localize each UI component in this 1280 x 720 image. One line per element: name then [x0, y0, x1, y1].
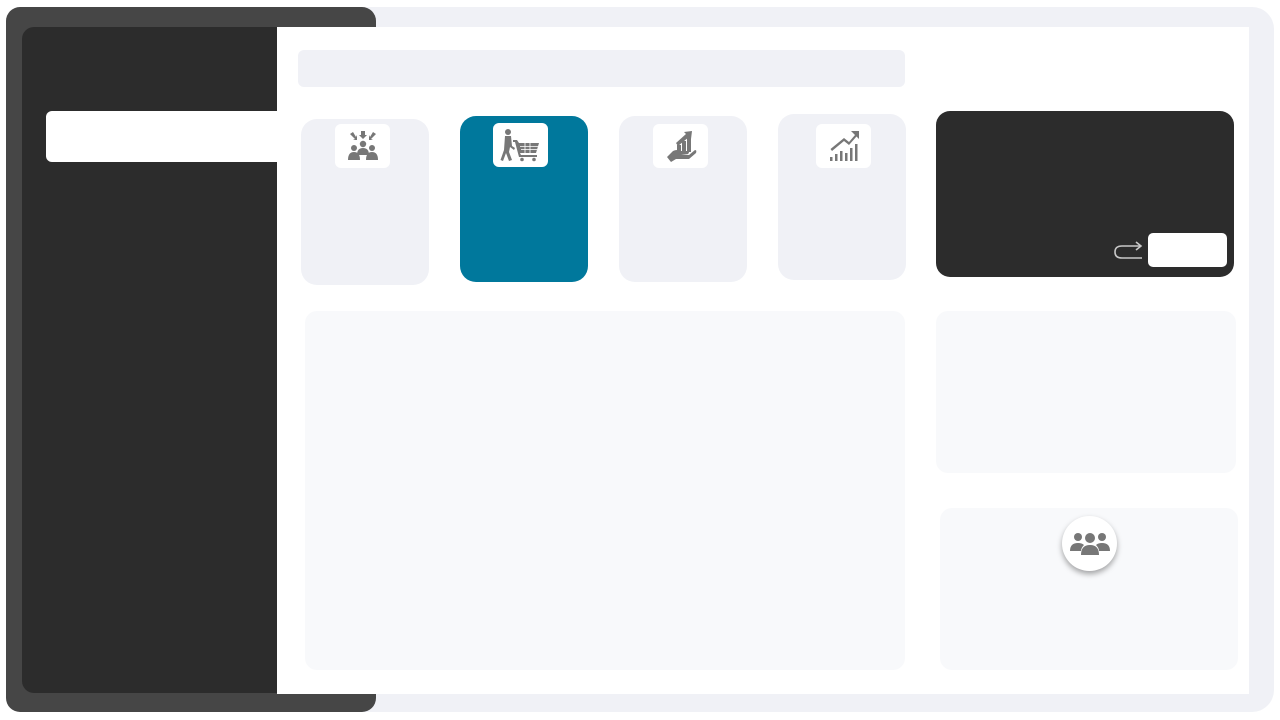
shopping-cart-icon [493, 123, 548, 167]
analytics-chart-icon [816, 124, 871, 168]
investment-growth-icon [653, 124, 708, 168]
main-content-panel [305, 311, 905, 670]
users-group-icon[interactable] [1062, 516, 1117, 571]
search-input[interactable] [298, 50, 905, 87]
side-info-panel [936, 311, 1236, 473]
sidebar-item-active[interactable] [46, 111, 277, 162]
share-arrow-icon [1114, 241, 1143, 259]
promo-action-button[interactable] [1148, 233, 1227, 267]
community-meeting-icon [335, 124, 390, 168]
